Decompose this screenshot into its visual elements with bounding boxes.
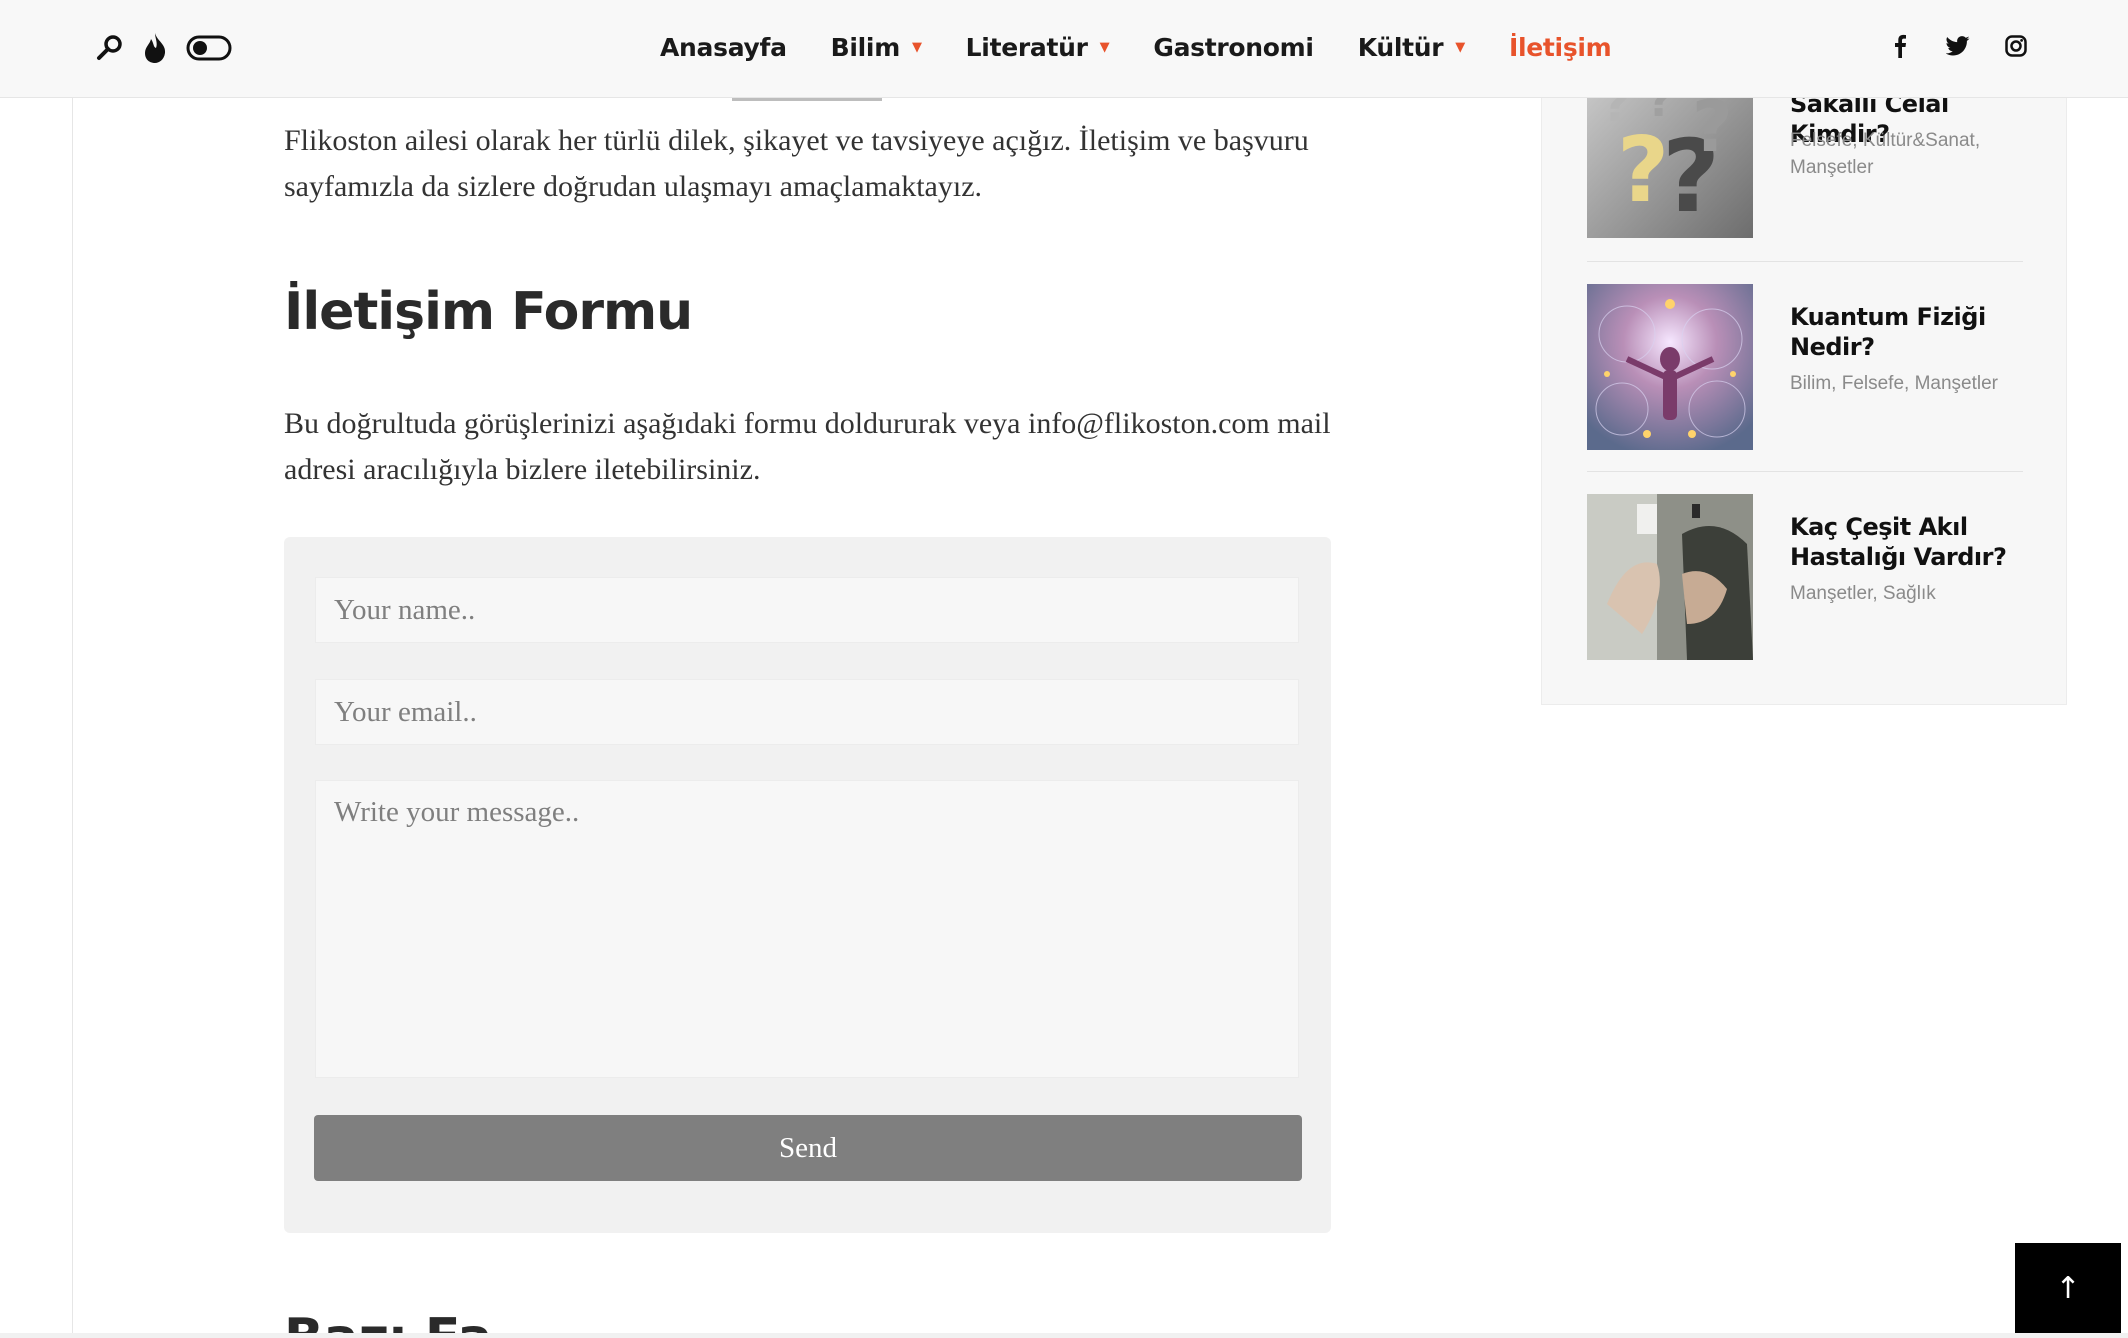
- chevron-down-icon: ▼: [1455, 39, 1465, 55]
- sidebar-popular-posts: ? ? ? ? ? Sakallı Celal Kimdir? Felsefe,…: [1541, 60, 2067, 705]
- nav-item-literatur[interactable]: Literatür ▼: [966, 33, 1110, 62]
- post-divider: [1587, 261, 2023, 262]
- post-title[interactable]: Kuantum Fiziği Nedir?: [1790, 302, 2030, 362]
- svg-text:?: ?: [1692, 86, 1733, 168]
- intro-paragraph: Flikoston ailesi olarak her türlü dilek,…: [284, 124, 1309, 203]
- post-divider: [1587, 471, 2023, 472]
- post-thumbnail-quantum[interactable]: [1587, 284, 1753, 450]
- flame-icon[interactable]: [142, 32, 168, 64]
- post-categories[interactable]: Bilim, Felsefe, Manşetler: [1790, 370, 2030, 397]
- post-title[interactable]: Kaç Çeşit Akıl Hastalığı Vardır?: [1790, 512, 2030, 572]
- header-tools: [96, 28, 232, 68]
- contact-description: Bu doğrultuda görüşlerinizi aşağıdaki fo…: [284, 407, 1331, 486]
- social-links: [1884, 30, 2032, 62]
- chevron-down-icon: ▼: [911, 39, 922, 55]
- nav-item-anasayfa[interactable]: Anasayfa: [660, 33, 787, 62]
- page-bottom-border: [0, 1333, 2128, 1338]
- post-categories[interactable]: Felsefe, Kültür&Sanat, Manşetler: [1790, 127, 2030, 181]
- nav-item-bilim[interactable]: Bilim ▼: [831, 33, 922, 62]
- email-input[interactable]: [315, 679, 1299, 745]
- instagram-icon[interactable]: [2000, 30, 2032, 62]
- contact-form-heading: İletişim Formu: [284, 282, 693, 342]
- post-categories[interactable]: Manşetler, Sağlık: [1790, 580, 2030, 607]
- chevron-down-icon: ▼: [1099, 39, 1110, 55]
- sidebar-post[interactable]: Kuantum Fiziği Nedir? Bilim, Felsefe, Ma…: [1587, 284, 2023, 450]
- name-input[interactable]: [315, 577, 1299, 643]
- sidebar-post[interactable]: Kaç Çeşit Akıl Hastalığı Vardır? Manşetl…: [1587, 494, 2023, 660]
- send-button[interactable]: Send: [314, 1115, 1302, 1181]
- contact-form: Send: [284, 537, 1331, 1233]
- content-divider: [72, 98, 73, 1338]
- message-textarea[interactable]: [315, 780, 1299, 1078]
- twitter-icon[interactable]: [1942, 30, 1974, 62]
- site-header: Anasayfa Bilim ▼ Literatür ▼ Gastronomi Kü…: [0, 0, 2128, 98]
- dark-mode-toggle[interactable]: [186, 34, 232, 62]
- main-navigation: Anasayfa Bilim ▼ Literatür ▼ Gastronomi Kü…: [660, 24, 1655, 70]
- back-to-top-button[interactable]: ↑: [2015, 1243, 2121, 1333]
- nav-item-gastronomi[interactable]: Gastronomi: [1153, 33, 1314, 62]
- nav-item-kultur[interactable]: Kültür ▼: [1358, 33, 1466, 62]
- search-icon[interactable]: [96, 34, 124, 62]
- nav-hover-indicator: [732, 98, 882, 101]
- post-thumbnail-mental-illness[interactable]: [1587, 494, 1753, 660]
- nav-item-iletisim[interactable]: İletişim: [1509, 33, 1612, 62]
- facebook-icon[interactable]: [1884, 30, 1916, 62]
